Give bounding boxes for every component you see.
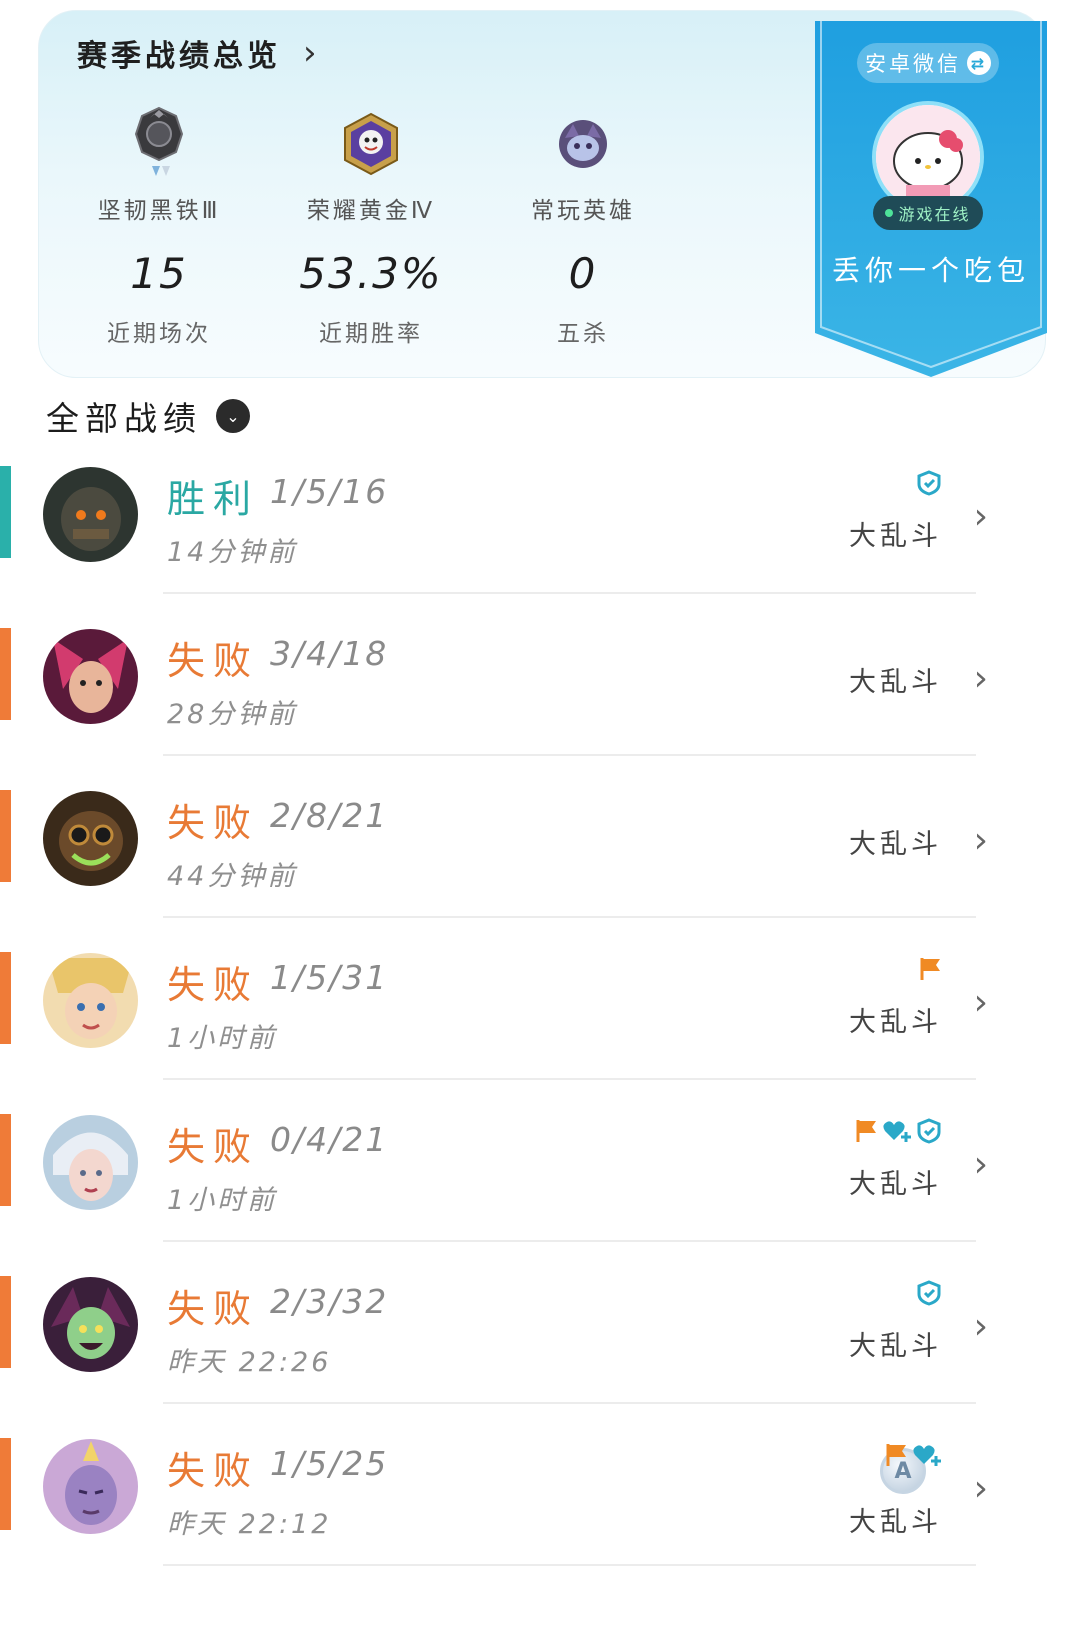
match-result: 失败 [167, 1287, 260, 1331]
flag-icon [856, 1120, 876, 1142]
hero-avatar [43, 629, 138, 724]
match-result: 失败 [167, 963, 260, 1007]
match-mode: 大乱斗 [849, 521, 942, 552]
hero-avatar [43, 1115, 138, 1210]
chevron-right-icon: › [973, 1468, 988, 1509]
match-kda: 2/3/32 [270, 1282, 389, 1321]
match-time: 28分钟前 [167, 699, 298, 730]
match-row[interactable]: 失败 1/5/31 1小时前 大乱斗 › [0, 918, 1080, 1080]
match-time: 44分钟前 [167, 861, 298, 892]
shield-icon [917, 1118, 941, 1144]
match-kda: 3/4/18 [270, 634, 389, 673]
shield-icon [917, 470, 941, 496]
platform-label: 安卓微信 [865, 52, 961, 76]
online-status-badge: 游戏在线 [873, 196, 983, 230]
result-indicator-bar [0, 1276, 11, 1368]
iron-rank-icon [39, 99, 279, 189]
result-indicator-bar [0, 952, 11, 1044]
shield-icon [917, 1280, 941, 1306]
heart-plus-icon [913, 1445, 941, 1466]
match-kda: 1/5/25 [270, 1444, 389, 1483]
match-result: 失败 [167, 1449, 260, 1493]
online-status-text: 游戏在线 [898, 205, 971, 224]
match-tags [854, 1118, 942, 1144]
match-result: 失败 [167, 1125, 260, 1169]
online-dot-icon [885, 209, 894, 217]
profile-ribbon[interactable]: 安卓微信 ⇄ 游戏在线 丢你一个吃包 [815, 21, 1047, 377]
recent-games-label: 近期场次 [107, 321, 211, 347]
pentakills-value: 0 [568, 249, 598, 298]
chevron-right-icon: › [973, 820, 988, 861]
platform-switch[interactable]: 安卓微信 ⇄ [857, 43, 999, 83]
chevron-right-icon: › [973, 1144, 988, 1185]
match-time: 1小时前 [167, 1023, 278, 1054]
result-indicator-bar [0, 466, 11, 558]
recent-games-value: 15 [130, 249, 188, 298]
hero-avatar [43, 1439, 138, 1534]
chevron-right-icon: › [973, 658, 988, 699]
match-row[interactable]: 胜利 1/5/16 14分钟前 大乱斗 › [0, 432, 1080, 594]
rank-label-iron: 坚韧黑铁Ⅲ [97, 198, 221, 224]
season-summary-title[interactable]: 赛季战绩总览 › [77, 31, 321, 75]
hero-avatar [43, 1277, 138, 1372]
pentakills-label: 五杀 [557, 321, 609, 347]
match-kda: 1/5/16 [270, 472, 389, 511]
result-indicator-bar [0, 1438, 11, 1530]
match-mode: 大乱斗 [849, 1331, 942, 1362]
flag-icon [920, 958, 940, 980]
stat-recent-winrate: 荣耀黄金Ⅳ 53.3% 近期胜率 [251, 99, 491, 348]
match-result: 胜利 [167, 477, 260, 521]
match-result: 失败 [167, 639, 260, 683]
chevron-right-icon: › [973, 982, 988, 1023]
stat-recent-games: 坚韧黑铁Ⅲ 15 近期场次 [39, 99, 279, 348]
match-row[interactable]: 失败 3/4/18 28分钟前 大乱斗 › [0, 594, 1080, 756]
swap-icon: ⇄ [967, 51, 991, 75]
match-row[interactable]: 失败 0/4/21 1小时前 大乱斗 › [0, 1080, 1080, 1242]
match-tags [916, 1280, 942, 1306]
match-tags [916, 470, 942, 496]
match-time: 14分钟前 [167, 537, 298, 568]
row-divider [163, 1564, 976, 1566]
match-mode: 大乱斗 [849, 667, 942, 698]
match-time: 昨天 22:26 [167, 1347, 332, 1378]
result-indicator-bar [0, 628, 11, 720]
hero-avatar [43, 953, 138, 1048]
match-time: 1小时前 [167, 1185, 278, 1216]
match-result: 失败 [167, 801, 260, 845]
hero-avatar [43, 467, 138, 562]
chevron-right-icon: › [303, 33, 321, 73]
chevron-down-icon: ⌄ [216, 399, 250, 433]
result-indicator-bar [0, 1114, 11, 1206]
rank-label-hero: 常玩英雄 [531, 198, 635, 224]
player-nickname: 丢你一个吃包 [831, 254, 1030, 287]
match-mode: 大乱斗 [849, 1007, 942, 1038]
match-mode: 大乱斗 [849, 1169, 942, 1200]
chevron-right-icon: › [973, 1306, 988, 1347]
match-kda: 1/5/31 [270, 958, 389, 997]
chevron-right-icon: › [973, 496, 988, 537]
recent-winrate-value: 53.3% [299, 249, 443, 298]
stat-pentakills: 常玩英雄 0 五杀 [463, 99, 703, 348]
season-summary-title-text: 赛季战绩总览 [77, 39, 281, 74]
rank-label-gold: 荣耀黄金Ⅳ [306, 198, 436, 224]
hero-avatar [43, 791, 138, 886]
match-mode: 大乱斗 [849, 829, 942, 860]
season-summary-card[interactable]: 赛季战绩总览 › 坚韧黑铁Ⅲ 15 近期场次 荣耀黄金Ⅳ 53.3% 近期胜率 … [38, 10, 1047, 378]
match-tags [884, 1442, 942, 1468]
match-list: 胜利 1/5/16 14分钟前 大乱斗 › 失败 3/4/18 28分钟前 大乱… [0, 432, 1080, 1566]
gold-rank-icon [251, 99, 491, 189]
recent-winrate-label: 近期胜率 [319, 321, 423, 347]
heart-plus-icon [883, 1121, 911, 1142]
match-time: 昨天 22:12 [167, 1509, 332, 1540]
match-row[interactable]: 失败 2/3/32 昨天 22:26 大乱斗 › [0, 1242, 1080, 1404]
flag-icon [886, 1444, 906, 1466]
match-kda: 0/4/21 [270, 1120, 389, 1159]
match-row[interactable]: 失败 2/8/21 44分钟前 大乱斗 › [0, 756, 1080, 918]
result-indicator-bar [0, 790, 11, 882]
match-row[interactable]: 失败 1/5/25 昨天 22:12 A 大乱斗 › [0, 1404, 1080, 1566]
hero-icon [463, 99, 703, 189]
match-kda: 2/8/21 [270, 796, 389, 835]
match-mode: 大乱斗 [849, 1507, 942, 1538]
match-tags [918, 956, 942, 982]
